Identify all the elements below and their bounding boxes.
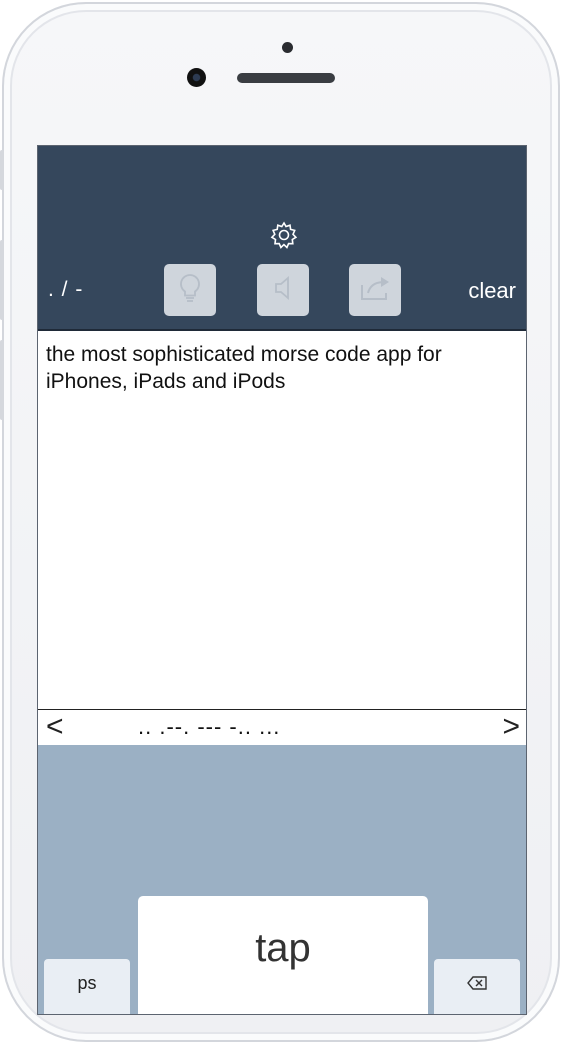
ps-key-label: ps [77, 973, 97, 993]
next-button[interactable]: > [502, 712, 520, 742]
speaker-icon [270, 273, 296, 308]
mute-switch [0, 150, 4, 190]
sound-button[interactable] [257, 264, 309, 316]
text-editor[interactable]: the most sophisticated morse code app fo… [38, 329, 526, 709]
keypad-area: ps tap [38, 745, 526, 1014]
proximity-sensor [282, 42, 293, 53]
clear-button[interactable]: clear [468, 278, 516, 304]
editor-text: the most sophisticated morse code app fo… [46, 343, 442, 393]
share-icon [358, 273, 392, 308]
gear-icon[interactable] [268, 219, 300, 251]
ps-key[interactable]: ps [44, 959, 130, 1014]
morse-toggle-button[interactable]: . / - [48, 278, 83, 302]
morse-output-bar: < .. .--. --- -.. ... > [38, 709, 526, 745]
lightbulb-icon [176, 272, 204, 309]
backspace-key[interactable] [434, 959, 520, 1014]
volume-down-button [0, 340, 4, 420]
tap-key[interactable]: tap [138, 896, 428, 1014]
toolbar: . / - clear [38, 146, 526, 329]
share-button[interactable] [349, 264, 401, 316]
earpiece-speaker [237, 73, 335, 83]
previous-button[interactable]: < [46, 712, 64, 742]
morse-code-output: .. .--. --- -.. ... [138, 714, 281, 739]
backspace-icon [434, 973, 520, 996]
flashlight-button[interactable] [164, 264, 216, 316]
tap-key-label: tap [255, 926, 311, 970]
volume-up-button [0, 240, 4, 320]
front-camera [187, 68, 206, 87]
app-screen: . / - clear the most sophisticated morse… [37, 145, 527, 1015]
